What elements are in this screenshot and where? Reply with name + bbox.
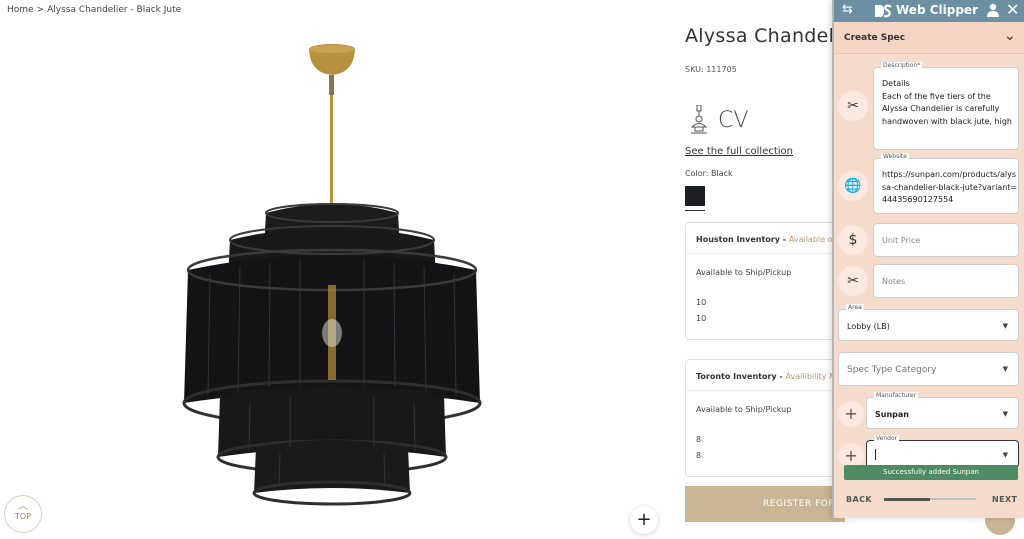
- clipper-title: Web Clipper: [896, 3, 978, 17]
- dollar-icon: $: [838, 225, 868, 255]
- inventory-ship-label: Available to Ship/Pickup: [696, 268, 792, 277]
- swap-arrows-icon[interactable]: ⇆: [842, 2, 853, 17]
- back-to-top-button[interactable]: ︿ TOP: [4, 495, 42, 533]
- page: Home > Alyssa Chandelier - Black Jute ︿ …: [0, 0, 1024, 539]
- user-icon[interactable]: [986, 3, 1000, 17]
- inventory-quantity: 8: [696, 435, 702, 444]
- inventory-title: Houston Inventory - Available on: [696, 235, 838, 244]
- field-label: Description*: [881, 62, 923, 69]
- product-image[interactable]: [150, 35, 520, 515]
- add-manufacturer-icon[interactable]: +: [838, 401, 864, 427]
- dropdown-caret-icon: ▼: [1002, 322, 1008, 330]
- globe-icon: 🌐: [838, 171, 868, 201]
- back-button[interactable]: BACK: [846, 495, 872, 504]
- breadcrumb-current: Alyssa Chandelier - Black Jute: [47, 5, 182, 15]
- create-spec-section-header[interactable]: Create Spec ⌄: [834, 22, 1024, 54]
- step-progress-bar: [884, 497, 976, 501]
- divider: [686, 390, 844, 391]
- field-label: Website: [881, 153, 909, 160]
- vendor-select[interactable]: Vendor ▼: [866, 435, 1019, 468]
- website-value[interactable]: https://sunpan.com/products/alyssa-chand…: [882, 169, 1018, 207]
- product-sku: SKU: 111705: [685, 65, 737, 74]
- color-label: Color: Black: [685, 169, 733, 178]
- web-clipper-panel: ⇆ Web Clipper ✕ Create Spec ⌄ ✂ Descript…: [832, 0, 1024, 518]
- unit-price-input[interactable]: Unit Price: [873, 223, 1019, 257]
- lamp-brand-icon: [690, 105, 708, 134]
- inventory-card-houston: Houston Inventory - Available on Availab…: [685, 222, 845, 340]
- step-progress-fill: [884, 497, 930, 501]
- inventory-quantity: 10: [696, 298, 707, 307]
- chevron-up-icon: ︿: [18, 501, 28, 512]
- dropdown-caret-icon: ▼: [1002, 410, 1008, 418]
- manufacturer-select[interactable]: Manufacturer Sunpan ▼: [866, 392, 1019, 429]
- description-field[interactable]: Description* Details Each of the five ti…: [873, 62, 1019, 150]
- section-title: Create Spec: [844, 33, 906, 43]
- inventory-quantity: 10: [696, 314, 707, 323]
- dropdown-caret-icon: ▼: [1002, 451, 1008, 459]
- unit-price-placeholder: Unit Price: [882, 236, 921, 245]
- manufacturer-value: Sunpan: [875, 410, 909, 419]
- close-icon[interactable]: ✕: [1006, 0, 1019, 19]
- field-label: Area: [846, 304, 864, 311]
- spec-type-category-select[interactable]: Spec Type Category ▼: [838, 352, 1019, 386]
- inventory-title: Toronto Inventory - Availibility M: [696, 372, 836, 381]
- area-value: Lobby (LB): [847, 322, 890, 331]
- breadcrumb: Home > Alyssa Chandelier - Black Jute: [7, 5, 181, 15]
- chevron-down-icon[interactable]: ⌄: [1004, 28, 1016, 44]
- inventory-quantity: 8: [696, 451, 702, 460]
- back-to-top-label: TOP: [14, 512, 31, 521]
- inventory-availability: Availibility M: [785, 372, 836, 381]
- field-label: Manufacturer: [874, 392, 919, 399]
- next-button[interactable]: NEXT: [992, 495, 1017, 504]
- notes-input[interactable]: Notes: [873, 264, 1019, 298]
- text-cursor: [875, 449, 876, 460]
- inventory-card-toronto: Toronto Inventory - Availibility M Avail…: [685, 359, 845, 477]
- register-button[interactable]: REGISTER FOR: [685, 486, 845, 522]
- description-value[interactable]: Details Each of the five tiers of the Al…: [882, 78, 1018, 128]
- breadcrumb-separator: >: [36, 5, 45, 15]
- divider: [686, 253, 844, 254]
- clipper-header: ⇆ Web Clipper ✕: [834, 0, 1024, 22]
- inventory-location: Toronto Inventory -: [696, 372, 783, 381]
- inventory-availability: Available on: [788, 235, 838, 244]
- field-label: Vendor: [874, 435, 900, 442]
- clipper-logo-icon: [875, 4, 892, 18]
- spec-type-placeholder: Spec Type Category: [847, 365, 937, 375]
- breadcrumb-home-link[interactable]: Home: [7, 5, 34, 15]
- area-select[interactable]: Area Lobby (LB) ▼: [838, 304, 1019, 341]
- dropdown-caret-icon: ▼: [1002, 365, 1008, 373]
- success-toast: Successfully added Sunpan: [844, 465, 1018, 480]
- swatch-selected-indicator: [685, 210, 705, 211]
- scissors-clip-icon[interactable]: ✂: [838, 91, 868, 121]
- website-field[interactable]: Website https://sunpan.com/products/alys…: [873, 153, 1019, 214]
- inventory-location: Houston Inventory -: [696, 235, 787, 244]
- zoom-button[interactable]: +: [630, 506, 658, 534]
- notes-placeholder: Notes: [882, 277, 906, 286]
- brand-logo-text: CV: [718, 108, 749, 133]
- color-swatch-black[interactable]: [685, 186, 705, 206]
- inventory-ship-label: Available to Ship/Pickup: [696, 405, 792, 414]
- plus-icon: +: [636, 509, 652, 530]
- clipper-nav: BACK NEXT: [834, 485, 1024, 515]
- scissors-clip-icon[interactable]: ✂: [838, 266, 868, 296]
- see-full-collection-link[interactable]: See the full collection: [685, 146, 793, 157]
